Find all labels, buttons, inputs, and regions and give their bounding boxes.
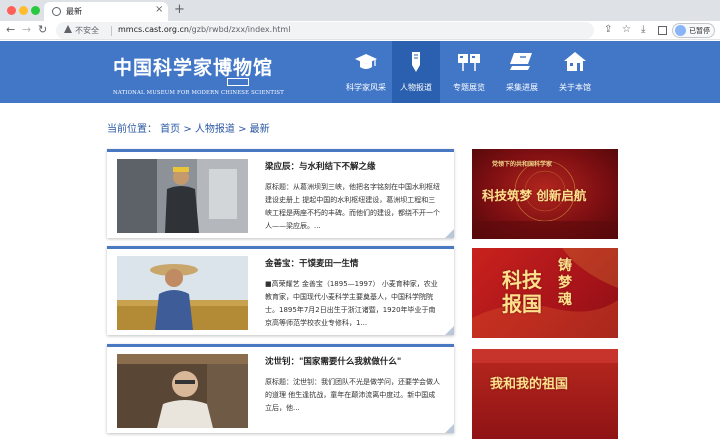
warning-icon — [64, 25, 72, 33]
profile-status: 已暂停 — [689, 27, 710, 35]
tab-title: 最新 — [66, 7, 82, 16]
bookmark-star-icon[interactable]: ☆ — [622, 24, 631, 35]
nav-label: 关于本馆 — [559, 83, 591, 92]
maximize-window-button[interactable] — [31, 6, 40, 15]
url-text[interactable]: mmcs.cast.org.cn/gzb/rwbd/zxx/index.html — [118, 25, 290, 34]
banner-side-line: 铸梦魂 — [558, 258, 572, 308]
list-item[interactable]: 梁应辰：与水利结下不解之缘 原标题：从葛洲坝到三峡，他把名字铭刻在中国水利枢纽建… — [107, 149, 454, 238]
url-host: mmcs.cast.org.cn — [118, 25, 189, 34]
address-bar[interactable]: 不安全 mmcs.cast.org.cn/gzb/rwbd/zxx/index.… — [56, 22, 594, 39]
download-icon[interactable]: ⤓ — [641, 24, 645, 35]
breadcrumb[interactable]: 当前位置： 首页 > 人物报道 > 最新 — [107, 120, 270, 135]
banner-main-line: 科技筑梦 创新启航 — [482, 188, 587, 203]
nav-item-collection-progress[interactable]: 采集进展 — [498, 41, 546, 103]
back-arrow-icon[interactable]: ← — [6, 23, 15, 36]
article-summary: ■高荣耀艺 金善宝（1895—1997） 小麦育种家，农业教育家，中国现代小麦科… — [265, 280, 438, 327]
site-logo-title[interactable]: 中国科学家博物馆 — [113, 53, 273, 80]
logo-seal — [227, 78, 249, 86]
computer-icon — [510, 53, 532, 70]
nav-item-special-exhibitions[interactable]: 专题展览 — [445, 41, 493, 103]
minimize-window-button[interactable] — [19, 6, 28, 15]
exhibition-boards-icon — [458, 54, 480, 71]
site-logo-subtitle: NATIONAL MUSEUM FOR MODERN CHINESE SCIEN… — [113, 90, 284, 96]
banner-serve-country[interactable]: 科技报国 铸梦魂 — [472, 248, 618, 338]
article-photo — [117, 354, 248, 428]
profile-button[interactable]: 已暂停 — [672, 23, 715, 38]
nav-item-people-reports[interactable]: 人物报道 — [392, 41, 440, 103]
corner-arrow-icon — [445, 229, 454, 238]
nav-item-scientist-style[interactable]: 科学家风采 — [342, 41, 390, 103]
banner-main-line: 科技报国 — [502, 268, 542, 316]
avatar — [675, 25, 686, 36]
banner-science-dream[interactable]: 党领下的共和国科学家 科技筑梦 创新启航 — [472, 149, 618, 239]
article-photo — [117, 159, 248, 233]
share-icon[interactable]: ⇪ — [604, 24, 612, 35]
nav-item-about-museum[interactable]: 关于本馆 — [551, 41, 599, 103]
side-panel-icon[interactable] — [658, 26, 667, 35]
article-title[interactable]: 金善宝：干馍麦田一生情 — [265, 257, 359, 269]
article-summary: 原标题：沈世钊：我们团队不光是做学问，还要学会做人的道理 他生逢抗战，童年在颠沛… — [265, 378, 440, 412]
security-label[interactable]: 不安全 — [75, 25, 99, 36]
nav-label: 专题展览 — [453, 83, 485, 92]
list-item[interactable]: 沈世钊："国家需要什么我就做什么" 原标题：沈世钊：我们团队不光是做学问，还要学… — [107, 344, 454, 433]
article-title[interactable]: 梁应辰：与水利结下不解之缘 — [265, 160, 376, 172]
banner-my-motherland[interactable]: 我和我的祖国 — [472, 349, 618, 439]
nav-label: 采集进展 — [506, 83, 538, 92]
red-banner-art — [472, 349, 618, 363]
list-item[interactable]: 金善宝：干馍麦田一生情 ■高荣耀艺 金善宝（1895—1997） 小麦育种家，农… — [107, 246, 454, 335]
globe-icon — [52, 7, 61, 16]
pen-icon — [412, 52, 420, 72]
banner-main-line: 我和我的祖国 — [490, 377, 569, 392]
corner-arrow-icon — [445, 326, 454, 335]
tab-close-icon[interactable]: × — [155, 4, 163, 15]
article-thumbnail[interactable] — [117, 354, 248, 428]
house-icon — [564, 52, 586, 71]
article-thumbnail[interactable] — [117, 159, 248, 233]
article-photo — [117, 256, 248, 330]
corner-arrow-icon — [445, 424, 454, 433]
article-title[interactable]: 沈世钊："国家需要什么我就做什么" — [265, 355, 401, 367]
article-thumbnail[interactable] — [117, 256, 248, 330]
new-tab-button[interactable]: + — [174, 2, 185, 17]
browser-tab-bar: 最新 × + — [0, 0, 720, 21]
graduation-cap-icon — [355, 54, 377, 69]
nav-label: 人物报道 — [400, 83, 432, 92]
close-window-button[interactable] — [7, 6, 16, 15]
reload-icon[interactable]: ↻ — [38, 23, 47, 36]
address-divider — [111, 26, 112, 36]
forward-arrow-icon[interactable]: → — [22, 23, 31, 36]
url-path: /gzb/rwbd/zxx/index.html — [188, 25, 291, 34]
browser-toolbar: ← → ↻ 不安全 mmcs.cast.org.cn/gzb/rwbd/zxx/… — [0, 21, 720, 40]
banner-top-line: 党领下的共和国科学家 — [492, 161, 553, 168]
nav-label: 科学家风采 — [346, 83, 386, 92]
article-summary: 原标题：从葛洲坝到三峡，他把名字铭刻在中国水利枢纽建设史册上 提起中国的水利枢纽… — [265, 183, 440, 230]
browser-tab[interactable]: 最新 × — [44, 2, 168, 21]
